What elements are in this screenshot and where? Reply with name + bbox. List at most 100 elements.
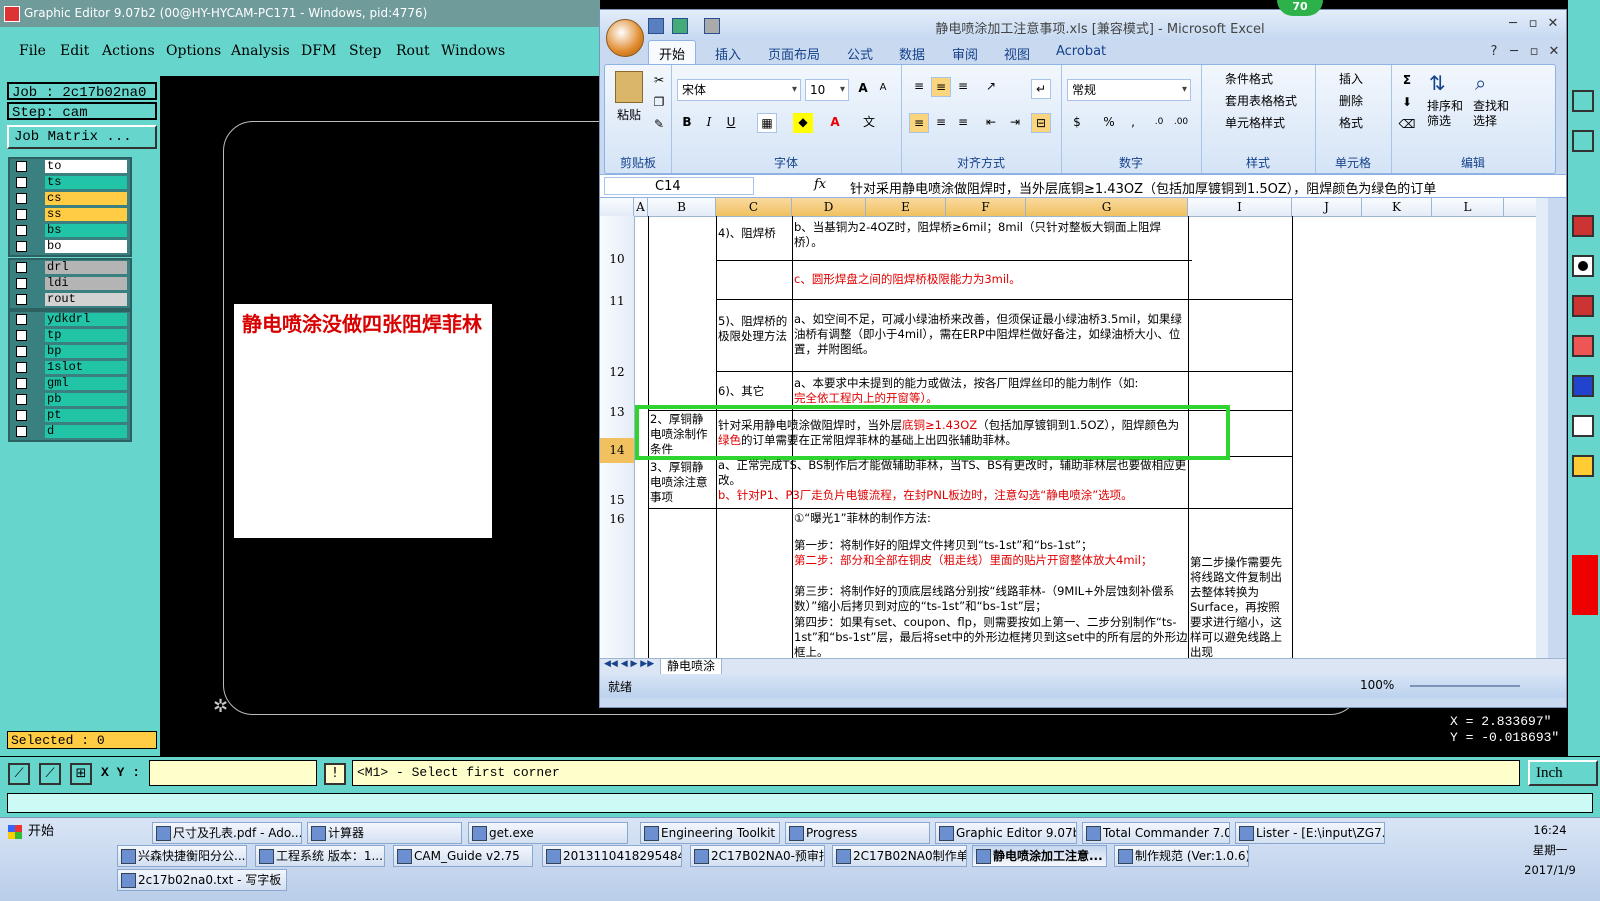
- layer-checkbox[interactable]: [16, 394, 27, 405]
- zoom-icon[interactable]: [1572, 90, 1594, 112]
- percent-icon[interactable]: %: [1099, 113, 1119, 133]
- taskbar-button[interactable]: CAM_Guide v2.75: [393, 845, 533, 867]
- layer-checkbox[interactable]: [16, 410, 27, 421]
- save-icon[interactable]: [648, 18, 664, 34]
- col-header-g[interactable]: G: [1026, 198, 1188, 216]
- restore-icon[interactable]: ▫: [1524, 16, 1542, 32]
- phonetic-icon[interactable]: 文: [859, 113, 879, 133]
- align-left-icon[interactable]: ≡: [909, 113, 929, 133]
- layer-row[interactable]: d: [10, 424, 130, 440]
- layer-row[interactable]: cs: [10, 191, 130, 207]
- outdent-icon[interactable]: ⇥: [1005, 113, 1025, 133]
- col-header-c[interactable]: C: [716, 198, 792, 216]
- tool-yellow-icon[interactable]: [1572, 455, 1594, 477]
- find-select-icon[interactable]: ⌕: [1475, 71, 1505, 97]
- taskbar-button[interactable]: 2c17b02na0.txt - 写字板: [117, 869, 287, 891]
- taskbar-button[interactable]: 计算器: [307, 822, 462, 844]
- col-header-i[interactable]: I: [1188, 198, 1292, 216]
- tool-arc-icon[interactable]: [1572, 415, 1594, 437]
- layer-checkbox[interactable]: [16, 278, 27, 289]
- taskbar-button[interactable]: Lister - [E:\input\ZG7.8...: [1235, 822, 1385, 844]
- wb-minimize-icon[interactable]: ─: [1505, 44, 1523, 60]
- layer-name[interactable]: drl: [45, 261, 127, 274]
- layer-checkbox[interactable]: [16, 177, 27, 188]
- layer-name[interactable]: 1slot: [45, 361, 127, 374]
- align-bottom-icon[interactable]: ≡: [953, 77, 973, 97]
- taskbar-button[interactable]: 制作规范 (Ver:1.0.6): [1114, 845, 1249, 867]
- zoom-in-icon[interactable]: ⟋: [8, 763, 30, 785]
- row-header-15[interactable]: 15: [600, 493, 634, 507]
- layer-name[interactable]: cs: [45, 192, 127, 205]
- format-painter-icon[interactable]: ✎: [649, 115, 669, 135]
- tab-view[interactable]: 视图: [1004, 44, 1030, 63]
- bold-icon[interactable]: B: [677, 113, 697, 133]
- zoom-out-icon[interactable]: ⟋: [39, 763, 61, 785]
- row-header-14[interactable]: 14: [600, 438, 634, 463]
- menu-step[interactable]: Step: [349, 43, 381, 59]
- layer-row[interactable]: ss: [10, 207, 130, 223]
- fx-icon[interactable]: fx: [814, 177, 826, 192]
- grid-icon[interactable]: [1572, 130, 1594, 152]
- wrap-text-icon[interactable]: ↵: [1031, 79, 1051, 99]
- taskbar-button[interactable]: Graphic Editor 9.07b2 (...: [935, 822, 1077, 844]
- taskbar-button[interactable]: 静电喷涂加工注意...: [972, 845, 1107, 867]
- insert-cells-button[interactable]: 插入: [1321, 69, 1363, 89]
- worksheet[interactable]: A B C D E F G I J K L 10 11 12 13 14 15 …: [600, 198, 1548, 658]
- layer-row[interactable]: bs: [10, 223, 130, 239]
- align-right-icon[interactable]: ≡: [953, 113, 973, 133]
- taskbar-button[interactable]: Progress: [785, 822, 930, 844]
- layer-row[interactable]: 1slot: [10, 360, 130, 376]
- tab-acrobat[interactable]: Acrobat: [1056, 44, 1106, 59]
- layer-checkbox[interactable]: [16, 314, 27, 325]
- crosshair-icon[interactable]: ⊞: [70, 763, 92, 785]
- tool-f-icon[interactable]: [1572, 335, 1594, 357]
- col-header-b[interactable]: B: [648, 198, 716, 216]
- row-header-11[interactable]: 11: [600, 294, 634, 308]
- sort-filter-label[interactable]: 排序和 筛选: [1427, 99, 1467, 128]
- col-header-a[interactable]: A: [634, 198, 648, 216]
- layer-name[interactable]: ss: [45, 208, 127, 221]
- unit-button[interactable]: Inch: [1528, 760, 1598, 786]
- font-size-select[interactable]: 10: [805, 79, 849, 101]
- xy-input[interactable]: [149, 760, 317, 786]
- record-icon[interactable]: [1572, 255, 1594, 277]
- layer-name[interactable]: bo: [45, 240, 127, 253]
- tool-line-icon[interactable]: [1572, 295, 1594, 317]
- comma-icon[interactable]: ,: [1123, 113, 1143, 133]
- layer-row[interactable]: bo: [10, 239, 130, 255]
- row-header-13[interactable]: 13: [600, 405, 634, 419]
- layer-row[interactable]: bp: [10, 344, 130, 360]
- wb-close-icon[interactable]: ✕: [1545, 44, 1563, 60]
- sheet-nav-icon[interactable]: ◀◀ ◀ ▶ ▶▶: [604, 659, 654, 669]
- layer-row[interactable]: ydkdrl: [10, 312, 130, 328]
- paste-icon[interactable]: [615, 71, 643, 103]
- redo-icon[interactable]: [704, 18, 720, 34]
- layer-checkbox[interactable]: [16, 225, 27, 236]
- select-all-corner[interactable]: [600, 198, 634, 216]
- layer-checkbox[interactable]: [16, 426, 27, 437]
- layer-checkbox[interactable]: [16, 262, 27, 273]
- autosum-icon[interactable]: Σ: [1397, 71, 1417, 91]
- font-name-select[interactable]: 宋体: [677, 79, 801, 101]
- layer-row[interactable]: drl: [10, 260, 130, 276]
- clear-icon[interactable]: ⌫: [1397, 115, 1417, 135]
- tab-insert[interactable]: 插入: [715, 44, 741, 63]
- layer-checkbox[interactable]: [16, 362, 27, 373]
- layer-name[interactable]: ydkdrl: [45, 313, 127, 326]
- taskbar-button[interactable]: 2C17B02NA0制作单...: [832, 845, 967, 867]
- shrink-font-icon[interactable]: A: [873, 79, 893, 99]
- menu-file[interactable]: File: [19, 43, 46, 59]
- layer-name[interactable]: bs: [45, 224, 127, 237]
- minimize-icon[interactable]: ─: [1504, 16, 1522, 32]
- layer-name[interactable]: rout: [45, 293, 127, 306]
- layer-row[interactable]: rout: [10, 292, 130, 308]
- taskbar-button[interactable]: 工程系统 版本：1....: [255, 845, 385, 867]
- taskbar-button[interactable]: 20131104182954843...: [542, 845, 682, 867]
- conditional-format-button[interactable]: 条件格式: [1207, 69, 1273, 89]
- info-icon[interactable]: !: [324, 763, 346, 785]
- border-icon[interactable]: ▦: [757, 113, 777, 133]
- layer-name[interactable]: to: [45, 160, 127, 173]
- taskbar-button[interactable]: Total Commander 7.0 p...: [1082, 822, 1230, 844]
- layer-name[interactable]: bp: [45, 345, 127, 358]
- row-header-12[interactable]: 12: [600, 365, 634, 379]
